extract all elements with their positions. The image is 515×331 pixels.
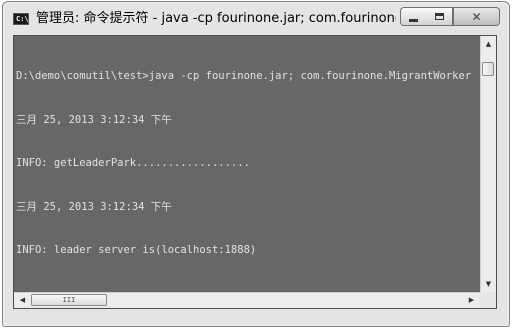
console-line: 三月 25, 2013 3:12:34 下午 bbox=[16, 113, 172, 126]
console-output[interactable]: D:\demo\comutil\test>java -cp fourinone.… bbox=[13, 35, 497, 309]
console-text: D:\demo\comutil\test>java -cp fourinone.… bbox=[16, 40, 478, 287]
minimize-icon bbox=[409, 18, 418, 22]
console-line: INFO: getLeaderPark.................. bbox=[16, 157, 250, 169]
scroll-down-arrow-icon[interactable]: ▼ bbox=[481, 277, 496, 292]
vertical-scroll-thumb[interactable] bbox=[482, 62, 494, 76]
horizontal-scroll-thumb[interactable]: III bbox=[31, 294, 107, 306]
console-line: 三月 25, 2013 3:12:34 下午 bbox=[16, 200, 172, 213]
cmd-icon-glyph: C:\ bbox=[16, 15, 29, 23]
minimize-button[interactable] bbox=[400, 7, 427, 26]
console-line: D:\demo\comutil\test>java -cp fourinone.… bbox=[16, 70, 472, 82]
title-bar[interactable]: C:\ 管理员: 命令提示符 - java -cp fourinone.jar;… bbox=[3, 2, 509, 35]
console-line: INFO: leader server is(localhost:1888) bbox=[16, 244, 257, 256]
scroll-up-arrow-icon[interactable]: ▲ bbox=[481, 37, 496, 52]
scrollbar-corner bbox=[480, 292, 496, 308]
horizontal-scrollbar[interactable]: ◀ III ▶ bbox=[14, 292, 480, 308]
window-title: 管理员: 命令提示符 - java -cp fourinone.jar; com… bbox=[36, 11, 396, 26]
maximize-icon bbox=[434, 13, 444, 20]
scroll-left-arrow-icon[interactable]: ◀ bbox=[15, 293, 30, 308]
close-button[interactable]: ✕ bbox=[453, 7, 500, 26]
maximize-button[interactable] bbox=[426, 7, 453, 26]
cmd-icon[interactable]: C:\ bbox=[13, 13, 29, 25]
close-icon: ✕ bbox=[471, 9, 482, 24]
scroll-right-arrow-icon[interactable]: ▶ bbox=[464, 293, 479, 308]
vertical-scrollbar[interactable]: ▲ ▼ bbox=[480, 36, 496, 293]
command-prompt-window: C:\ 管理员: 命令提示符 - java -cp fourinone.jar;… bbox=[2, 1, 510, 327]
